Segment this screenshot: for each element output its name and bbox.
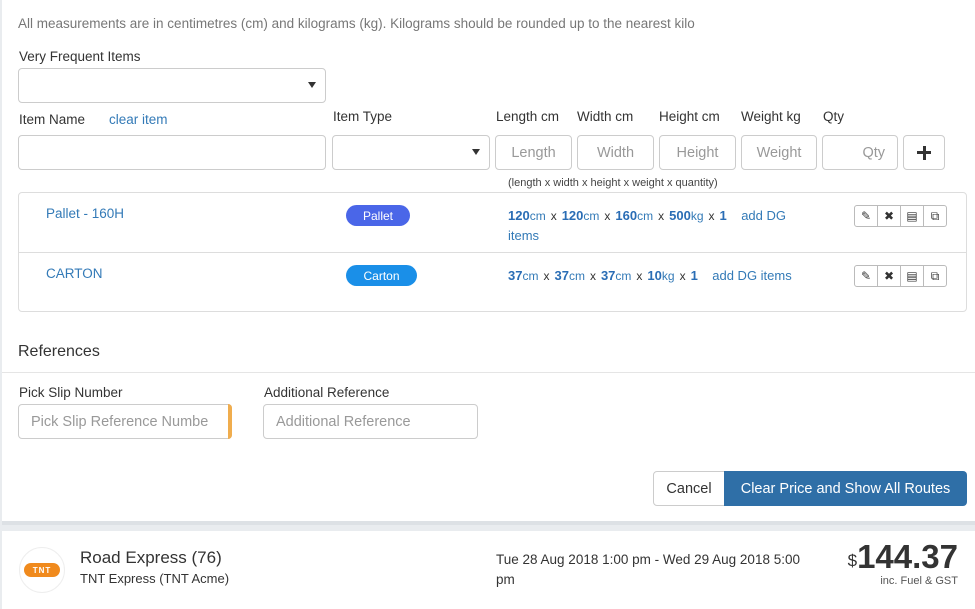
edit-icon[interactable]: ✎ xyxy=(854,265,878,287)
item-type-badge: Pallet xyxy=(346,205,410,226)
weight-value: 10 xyxy=(647,268,662,283)
delete-icon[interactable]: ✖ xyxy=(877,265,901,287)
item-actions: ✎ ✖ ▤ ⧉ xyxy=(854,205,947,227)
times-sign: x xyxy=(658,209,665,223)
weight-input[interactable]: Weight xyxy=(741,135,817,170)
add-item-button[interactable] xyxy=(903,135,945,170)
route-time: Tue 28 Aug 2018 1:00 pm - Wed 29 Aug 201… xyxy=(496,552,800,587)
pick-slip-input[interactable]: Pick Slip Reference Numbe xyxy=(18,404,232,439)
save-icon[interactable]: ▤ xyxy=(900,265,924,287)
item-name-input[interactable] xyxy=(18,135,326,170)
height-label: Height cm xyxy=(659,109,720,124)
chevron-down-icon xyxy=(308,82,316,88)
chevron-down-icon xyxy=(472,149,480,155)
price-note: inc. Fuel & GST xyxy=(880,575,958,587)
frequent-items-select[interactable] xyxy=(18,68,326,103)
height-value: 160 xyxy=(615,208,638,223)
length-value: 120 xyxy=(508,208,530,223)
additional-reference-label: Additional Reference xyxy=(264,385,390,400)
frequent-items-label: Very Frequent Items xyxy=(19,49,141,64)
weight-value: 500 xyxy=(669,208,691,223)
weight-label: Weight kg xyxy=(741,109,801,124)
panel-shadow xyxy=(2,521,975,525)
pick-slip-label: Pick Slip Number xyxy=(19,385,123,400)
list-item: CARTON Carton 37cm x 37cm x 37cm x 10kg x 1 add … xyxy=(19,252,966,311)
qty-label: Qty xyxy=(823,109,845,124)
item-type-badge: Carton xyxy=(346,265,417,286)
additional-reference-input[interactable]: Additional Reference xyxy=(263,404,478,439)
route-carrier: TNT Express (TNT Acme) xyxy=(80,571,230,586)
additional-reference-placeholder: Additional Reference xyxy=(276,413,411,430)
divider xyxy=(2,372,975,373)
item-name-label: Item Name xyxy=(19,112,86,127)
qty-value: 1 xyxy=(690,268,698,283)
add-dg-items-link[interactable]: add DG items xyxy=(712,268,791,283)
show-all-routes-button[interactable]: Clear Price and Show All Routes xyxy=(724,471,967,506)
length-input[interactable]: Length xyxy=(495,135,572,170)
currency-symbol: $ xyxy=(847,551,858,570)
height-input[interactable]: Height xyxy=(659,135,736,170)
copy-icon[interactable]: ⧉ xyxy=(923,265,947,287)
times-sign: x xyxy=(708,209,715,223)
height-value: 37 xyxy=(600,268,616,283)
times-sign: x xyxy=(589,269,596,283)
item-type-select[interactable] xyxy=(332,135,490,170)
measurement-note: All measurements are in centimetres (cm)… xyxy=(18,16,695,31)
times-sign: x xyxy=(636,269,643,283)
item-name-link[interactable]: CARTON xyxy=(46,266,103,281)
width-input[interactable]: Width xyxy=(577,135,654,170)
route-name: Road Express (76) xyxy=(80,548,222,567)
carrier-logo: TNT xyxy=(19,547,65,593)
edit-icon[interactable]: ✎ xyxy=(854,205,878,227)
price-amount: 144.37 xyxy=(857,538,958,575)
item-name-link[interactable]: Pallet - 160H xyxy=(46,206,124,221)
unit-label: cm xyxy=(529,209,546,223)
unit-label: cm xyxy=(637,209,654,223)
required-indicator xyxy=(228,404,232,439)
width-value: 37 xyxy=(554,268,569,283)
qty-value: 1 xyxy=(719,208,727,223)
delete-icon[interactable]: ✖ xyxy=(877,205,901,227)
item-dimensions: 120cm x 120cm x 160cm x 500kg x 1 add DG items xyxy=(508,206,818,245)
width-label: Width cm xyxy=(577,109,634,124)
item-dimensions: 37cm x 37cm x 37cm x 10kg x 1 add DG items xyxy=(508,266,818,286)
qty-placeholder: Qty xyxy=(862,144,885,161)
length-placeholder: Length xyxy=(511,144,556,161)
length-label: Length cm xyxy=(496,109,560,124)
dimension-hint: (length x width x height x weight x quan… xyxy=(508,177,718,189)
save-icon[interactable]: ▤ xyxy=(900,205,924,227)
unit-label: cm xyxy=(522,269,539,283)
width-placeholder: Width xyxy=(596,144,635,161)
items-list: Pallet - 160H Pallet 120cm x 120cm x 160cm x 5… xyxy=(18,192,967,312)
item-actions: ✎ ✖ ▤ ⧉ xyxy=(854,265,947,287)
copy-icon[interactable]: ⧉ xyxy=(923,205,947,227)
tnt-logo-icon: TNT xyxy=(24,563,60,577)
route-price: $144.37 xyxy=(848,538,958,576)
weight-placeholder: Weight xyxy=(756,144,802,161)
list-item: Pallet - 160H Pallet 120cm x 120cm x 160cm x 5… xyxy=(19,193,966,252)
unit-label: cm xyxy=(568,269,585,283)
unit-label: kg xyxy=(690,209,704,223)
unit-label: kg xyxy=(661,269,675,283)
item-type-label: Item Type xyxy=(333,109,393,124)
times-sign: x xyxy=(679,269,686,283)
unit-label: cm xyxy=(615,269,632,283)
references-title: References xyxy=(18,343,100,360)
times-sign: x xyxy=(543,269,550,283)
times-sign: x xyxy=(550,209,557,223)
qty-input[interactable]: Qty xyxy=(822,135,898,170)
height-placeholder: Height xyxy=(676,144,719,161)
pick-slip-placeholder: Pick Slip Reference Numbe xyxy=(31,413,209,430)
times-sign: x xyxy=(604,209,611,223)
cancel-button[interactable]: Cancel xyxy=(653,471,725,506)
unit-label: cm xyxy=(583,209,600,223)
route-card[interactable]: TNT Road Express (76) TNT Express (TNT A… xyxy=(2,531,975,609)
width-value: 120 xyxy=(561,208,584,223)
clear-item-link[interactable]: clear item xyxy=(109,112,168,127)
length-value: 37 xyxy=(508,268,523,283)
